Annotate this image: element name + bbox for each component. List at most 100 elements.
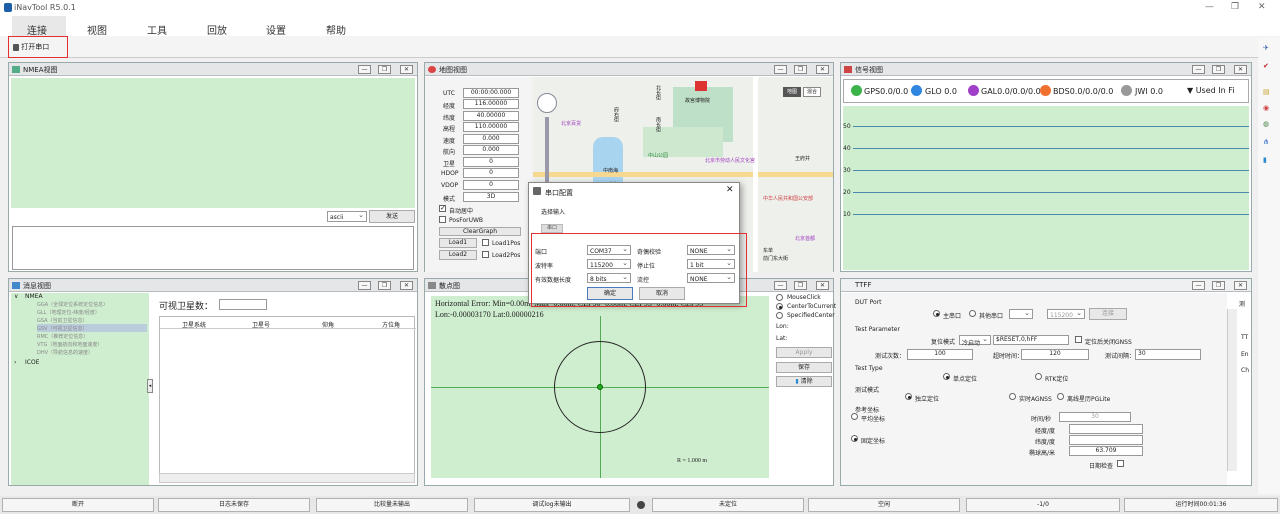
- baud-select[interactable]: 115200: [1047, 309, 1085, 319]
- data-length-select[interactable]: 8 bits: [587, 273, 631, 283]
- lon-deg-input[interactable]: [1069, 424, 1143, 434]
- tree-item[interactable]: GSA（当前卫星信息）: [37, 317, 88, 324]
- stop-select[interactable]: 1 bit: [687, 259, 735, 269]
- clear-graph-button[interactable]: ClearGraph: [439, 227, 521, 236]
- alt-m-input[interactable]: 63.709: [1069, 446, 1143, 456]
- menu-settings[interactable]: 设置: [266, 22, 286, 37]
- minimize-icon[interactable]: —: [1205, 2, 1214, 12]
- sow-icon[interactable]: ✈: [1263, 44, 1269, 52]
- other-port-radio[interactable]: [969, 310, 976, 317]
- tree-icoe-node[interactable]: ICOE: [25, 359, 39, 366]
- close-icon[interactable]: ✕: [1258, 2, 1266, 12]
- panel-restore-icon[interactable]: ❐: [794, 281, 807, 290]
- horizontal-scrollbar[interactable]: [159, 473, 415, 483]
- tree-item[interactable]: GLL（地理定位-纬度/经度）: [37, 309, 100, 316]
- tree-collapse-icon[interactable]: ›: [14, 359, 16, 366]
- nmea-output-area[interactable]: [11, 78, 415, 208]
- encoding-select[interactable]: ascii: [327, 211, 367, 222]
- chart-icon[interactable]: ▤: [1263, 88, 1270, 96]
- port-select[interactable]: [1009, 309, 1033, 319]
- panel-restore-icon[interactable]: ❐: [794, 65, 807, 74]
- date-check-checkbox[interactable]: [1117, 460, 1124, 467]
- nmea-input[interactable]: [12, 226, 414, 270]
- menu-view[interactable]: 视图: [87, 22, 107, 37]
- load2pos-checkbox[interactable]: [482, 251, 489, 258]
- cancel-button[interactable]: 取消: [639, 287, 685, 300]
- parity-select[interactable]: NONE: [687, 245, 735, 255]
- mouseclick-radio[interactable]: [776, 294, 783, 301]
- panel-close-icon[interactable]: ✕: [816, 281, 829, 290]
- panel-close-icon[interactable]: ✕: [400, 65, 413, 74]
- apply-button[interactable]: Apply: [776, 347, 832, 358]
- menu-help[interactable]: 帮助: [326, 22, 346, 37]
- count-input[interactable]: 100: [907, 349, 973, 360]
- port-tab[interactable]: 串口: [541, 224, 563, 233]
- center-current-radio[interactable]: [776, 303, 783, 310]
- tree-item[interactable]: VTG（地面航向和地面速度）: [37, 341, 102, 348]
- tree-item[interactable]: GSV（可视卫星信息）: [37, 325, 87, 332]
- port-select[interactable]: COM37: [587, 245, 631, 255]
- panel-minimize-icon[interactable]: —: [358, 281, 371, 290]
- rtk-radio[interactable]: [1035, 373, 1042, 380]
- flow-select[interactable]: NONE: [687, 273, 735, 283]
- vertical-scrollbar[interactable]: [1227, 309, 1237, 471]
- menu-tools[interactable]: 工具: [147, 22, 167, 37]
- panel-restore-icon[interactable]: ❐: [378, 65, 391, 74]
- avg-coord-radio[interactable]: [851, 413, 858, 420]
- panel-restore-icon[interactable]: ❐: [1212, 281, 1225, 290]
- map-compass-icon[interactable]: [537, 93, 557, 113]
- connect-button[interactable]: 连接: [1089, 308, 1127, 320]
- tree-item[interactable]: DHV（导航信息的速度）: [37, 349, 93, 356]
- panel-restore-icon[interactable]: ❐: [378, 281, 391, 290]
- agnss-radio[interactable]: [1009, 393, 1016, 400]
- load1-button[interactable]: Load1: [439, 238, 477, 248]
- independent-radio[interactable]: [905, 393, 912, 400]
- map-zoom-slider[interactable]: [545, 117, 549, 187]
- battery-icon[interactable]: ▮: [1263, 156, 1267, 164]
- tree-item[interactable]: RMC（推荐定位信息）: [37, 333, 88, 340]
- single-radio[interactable]: [943, 373, 950, 380]
- panel-close-icon[interactable]: ✕: [400, 281, 413, 290]
- ok-button[interactable]: 确定: [587, 287, 633, 300]
- panel-restore-icon[interactable]: ❐: [1212, 65, 1225, 74]
- panel-minimize-icon[interactable]: —: [1192, 65, 1205, 74]
- restore-icon[interactable]: ❐: [1231, 2, 1239, 12]
- time-sec-input[interactable]: 30: [1059, 412, 1131, 422]
- dialog-close-icon[interactable]: ✕: [726, 185, 734, 195]
- reset-cmd-input[interactable]: $RESET,0,hFF: [993, 335, 1069, 345]
- check-icon[interactable]: ✔: [1263, 62, 1269, 70]
- compass-icon[interactable]: ◉: [1263, 104, 1269, 112]
- splitter-arrow-icon[interactable]: ◂: [147, 379, 153, 393]
- clear-button[interactable]: ▮ 清除: [776, 376, 832, 387]
- send-button[interactable]: 发送: [369, 210, 415, 223]
- tree-nmea-node[interactable]: NMEA: [25, 293, 43, 300]
- panel-close-icon[interactable]: ✕: [816, 65, 829, 74]
- panel-minimize-icon[interactable]: —: [774, 65, 787, 74]
- panel-minimize-icon[interactable]: —: [1192, 281, 1205, 290]
- save-button[interactable]: 保存: [776, 362, 832, 373]
- interval-input[interactable]: 30: [1135, 349, 1201, 360]
- tree-expand-icon[interactable]: ∨: [14, 293, 18, 300]
- specified-center-radio[interactable]: [776, 312, 783, 319]
- menu-playback[interactable]: 回放: [207, 22, 227, 37]
- scatter-plot[interactable]: Horizontal Error: Min=0.00m, Max=0.00m, …: [431, 296, 769, 478]
- load1pos-checkbox[interactable]: [482, 239, 489, 246]
- ephemeris-radio[interactable]: [1057, 393, 1064, 400]
- hybrid-type-button[interactable]: 混合: [803, 87, 821, 97]
- pos-uwb-checkbox[interactable]: [439, 216, 446, 223]
- fixed-coord-radio[interactable]: [851, 435, 858, 442]
- lat-deg-input[interactable]: [1069, 435, 1143, 445]
- menu-connect[interactable]: 连接: [27, 22, 47, 37]
- map-type-button[interactable]: 地图: [783, 87, 801, 97]
- panel-close-icon[interactable]: ✕: [1234, 281, 1247, 290]
- close-gnss-checkbox[interactable]: [1075, 336, 1082, 343]
- signal-icon[interactable]: ⋔: [1263, 138, 1269, 146]
- globe-icon[interactable]: ◍: [1263, 120, 1269, 128]
- panel-minimize-icon[interactable]: —: [358, 65, 371, 74]
- baud-select[interactable]: 115200: [587, 259, 631, 269]
- main-port-radio[interactable]: [933, 310, 940, 317]
- timeout-input[interactable]: 120: [1021, 349, 1089, 360]
- open-port-button[interactable]: 打开串口: [8, 36, 68, 58]
- load2-button[interactable]: Load2: [439, 250, 477, 260]
- panel-close-icon[interactable]: ✕: [1234, 65, 1247, 74]
